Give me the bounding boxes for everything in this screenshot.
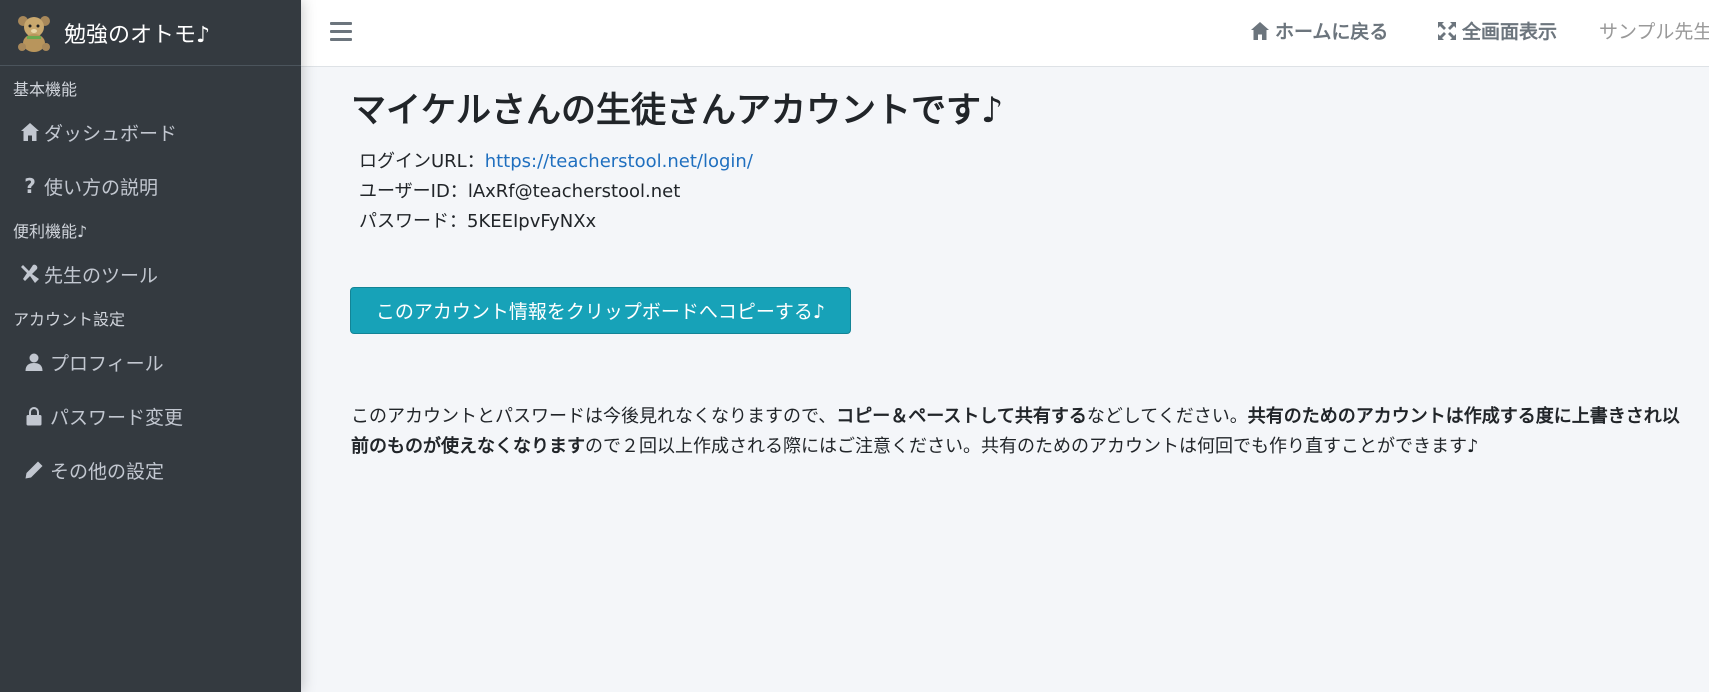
login-url-row: ログインURL：https://teacherstool.net/login/ — [359, 147, 753, 177]
sidebar-item-password[interactable]: パスワード変更 — [0, 389, 301, 443]
question-icon: ? — [24, 174, 36, 198]
notice-part-3: などしてください。 — [1086, 406, 1248, 427]
top-navbar: ホームに戻る 全画面表示 サンプル先生 — [301, 0, 1709, 67]
sidebar-item-other-settings[interactable]: その他の設定 — [0, 443, 301, 497]
account-info: ログインURL：https://teacherstool.net/login/ … — [359, 147, 753, 237]
user-icon — [22, 351, 46, 373]
home-icon — [18, 121, 42, 143]
sidebar-item-label: その他の設定 — [50, 460, 165, 483]
fullscreen-link[interactable]: 全画面表示 — [1437, 17, 1557, 44]
notice-text: このアカウントとパスワードは今後見れなくなりますので、コピー＆ペーストして共有す… — [351, 402, 1696, 462]
teddy-bear-logo-icon — [18, 15, 50, 52]
brand[interactable]: 勉強のオトモ♪ — [0, 0, 301, 66]
page-title: マイケルさんの生徒さんアカウントです♪ — [351, 82, 1003, 133]
title-bold: 生徒さんアカウント — [596, 91, 912, 131]
notice-part-2: コピー＆ペーストして共有する — [836, 406, 1087, 427]
home-link-label: ホームに戻る — [1275, 21, 1389, 43]
sidebar-item-profile[interactable]: プロフィール — [0, 335, 301, 389]
sidebar-item-dashboard[interactable]: ダッシュボード — [0, 105, 301, 159]
lock-icon — [22, 405, 46, 427]
home-link[interactable]: ホームに戻る — [1250, 17, 1388, 44]
user-id-value: lAxRf@teacherstool.net — [467, 181, 681, 202]
nav-header-account: アカウント設定 — [13, 310, 126, 329]
sidebar-item-label: プロフィール — [50, 352, 164, 375]
nav-header-useful: 便利機能♪ — [13, 222, 88, 241]
sidebar-item-label: パスワード変更 — [50, 406, 184, 429]
brand-title: 勉強のオトモ♪ — [64, 22, 211, 48]
title-suffix: です♪ — [911, 91, 1004, 131]
password-row: パスワード：5KEEIpvFyNXx — [359, 207, 753, 237]
notice-part-1: このアカウントとパスワードは今後見れなくなりますので、 — [351, 406, 837, 427]
login-url-link[interactable]: https://teacherstool.net/login/ — [485, 151, 753, 172]
sidebar-item-howto[interactable]: ? 使い方の説明 — [0, 159, 301, 213]
sidebar-item-label: 使い方の説明 — [44, 176, 159, 199]
login-url-label: ログインURL： — [359, 151, 485, 172]
fullscreen-link-label: 全画面表示 — [1462, 21, 1558, 43]
title-prefix: マイケルさんの — [351, 91, 597, 131]
pencil-icon — [22, 459, 46, 481]
home-icon — [1251, 21, 1269, 40]
password-label: パスワード： — [359, 211, 467, 232]
sidebar-item-label: 先生のツール — [44, 264, 159, 287]
main-content: マイケルさんの生徒さんアカウントです♪ ログインURL：https://teac… — [301, 67, 1709, 692]
sidebar-item-teacher-tools[interactable]: 先生のツール — [0, 247, 301, 301]
password-value: 5KEEIpvFyNXx — [467, 211, 597, 232]
sidebar: 勉強のオトモ♪ 基本機能 ダッシュボード ? 使い方の説明 便利機能♪ 先生のツ… — [0, 0, 301, 692]
notice-part-5: ので２回以上作成される際にはご注意ください。共有のためのアカウントは何回でも作り… — [585, 436, 1479, 457]
nav-header-basic: 基本機能 — [13, 80, 78, 99]
expand-icon — [1438, 21, 1456, 40]
menu-toggle-icon[interactable] — [330, 20, 352, 42]
tools-icon — [18, 263, 42, 285]
sidebar-item-label: ダッシュボード — [44, 122, 178, 145]
user-id-label: ユーザーID： — [359, 181, 468, 202]
user-id-row: ユーザーID：lAxRf@teacherstool.net — [359, 177, 753, 207]
user-menu[interactable]: サンプル先生 — [1599, 17, 1709, 44]
copy-to-clipboard-button[interactable]: このアカウント情報をクリップボードへコピーする♪ — [350, 287, 851, 334]
